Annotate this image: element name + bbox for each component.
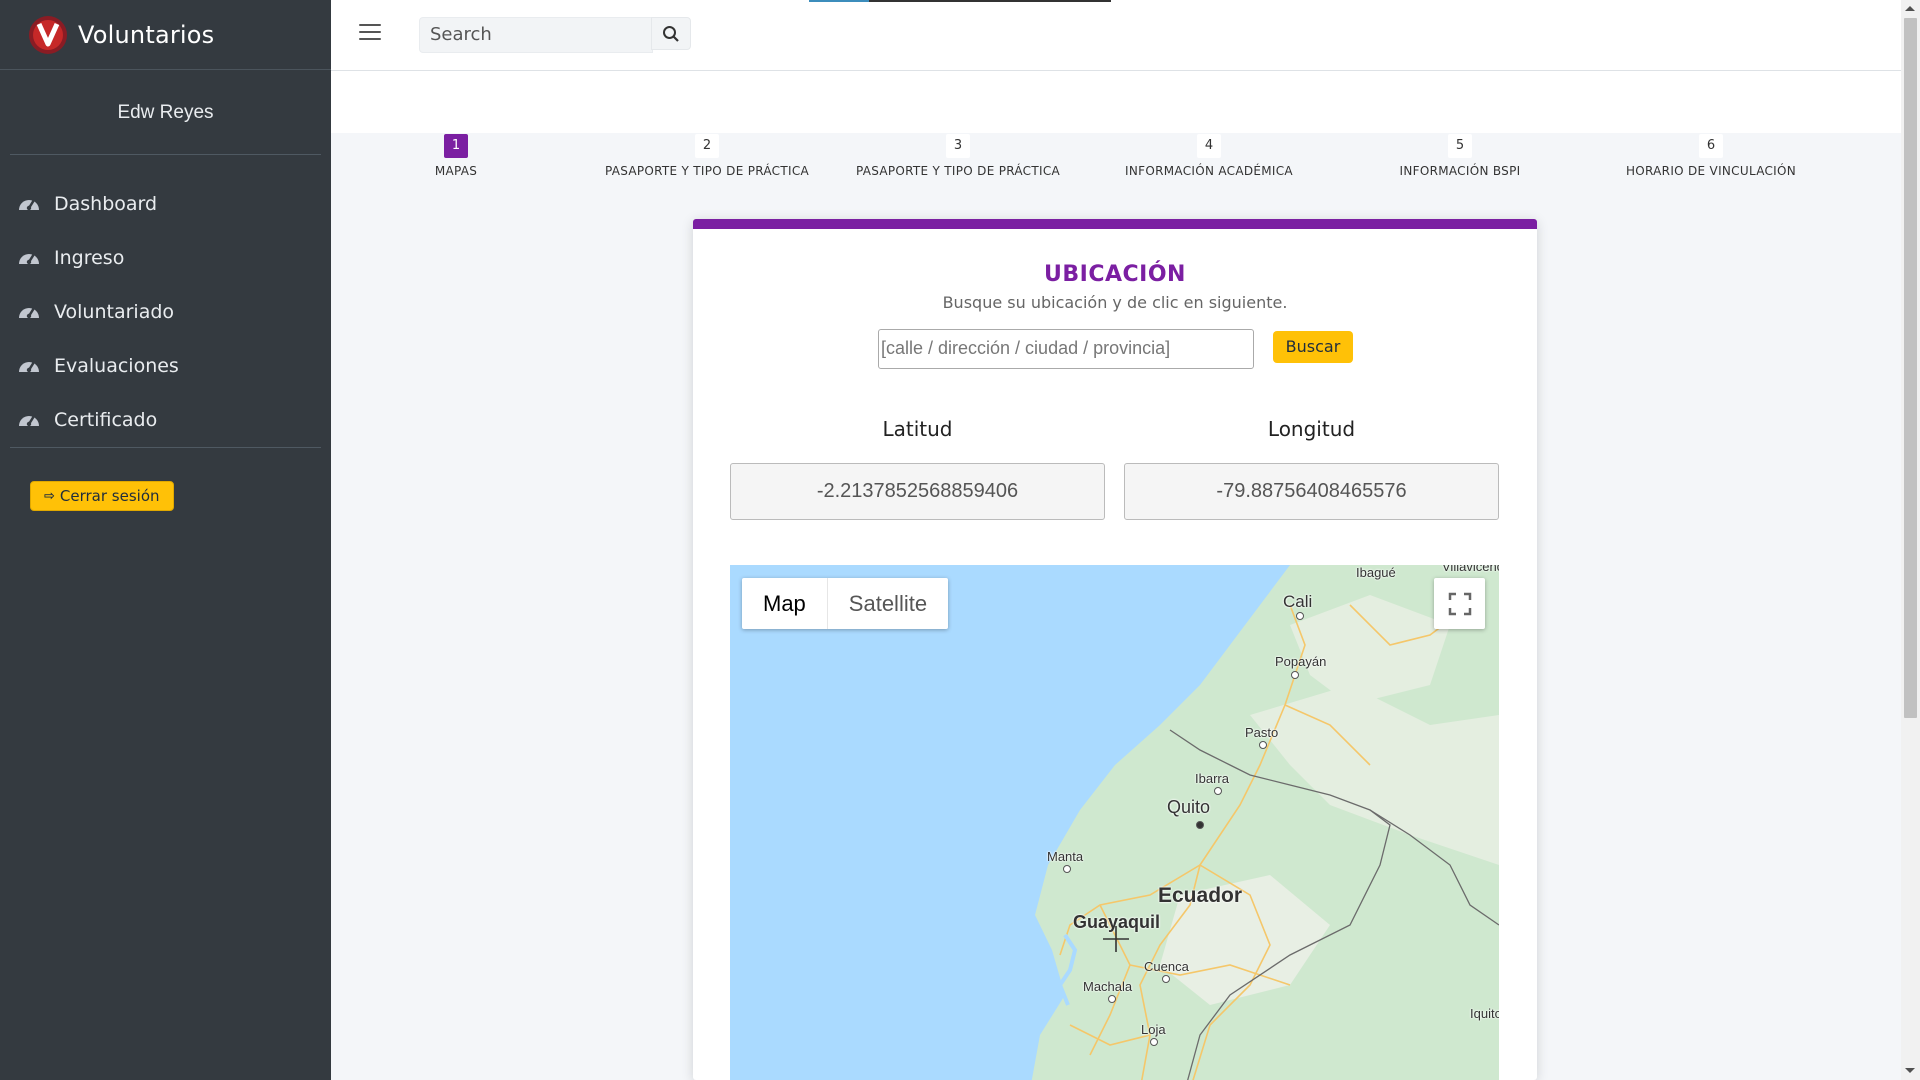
map-city-label: Villavicencio [1442, 565, 1499, 574]
map-city-label: Popayán [1275, 654, 1327, 669]
map-city-marker [1162, 975, 1170, 983]
step-informacion-academica[interactable]: 4 INFORMACIÓN ACADÉMICA [1089, 134, 1329, 178]
search-icon [663, 25, 679, 42]
map-city-label: Iquitos [1470, 1006, 1499, 1021]
map-capital-marker [1196, 821, 1204, 829]
buscar-button[interactable]: Buscar [1273, 331, 1353, 363]
sidebar-item-label: Certificado [54, 409, 158, 431]
crosshair-cursor-icon [1103, 926, 1129, 952]
tachometer-icon [16, 353, 42, 379]
scroll-up-icon[interactable] [1905, 6, 1915, 11]
sidebar-item-label: Dashboard [54, 193, 158, 215]
brand[interactable]: Voluntarios [0, 0, 331, 70]
fullscreen-button[interactable] [1434, 578, 1485, 629]
step-label: MAPAS [434, 164, 478, 178]
hamburger-menu-icon[interactable] [359, 24, 381, 44]
loading-bar-fill [809, 0, 869, 2]
step-label: INFORMACIÓN ACADÉMICA [1125, 164, 1293, 178]
search-input[interactable]: Search [419, 17, 653, 53]
sidebar-item-ingreso[interactable]: Ingreso [0, 231, 331, 285]
address-search-input[interactable]: [calle / dirección / ciudad / provincia] [878, 329, 1254, 369]
fullscreen-icon [1448, 592, 1471, 615]
sidebar-item-label: Ingreso [54, 247, 125, 269]
map-city-marker [1296, 612, 1304, 620]
top-navbar: Search [331, 0, 1901, 71]
page-scrollbar[interactable] [1901, 0, 1920, 1080]
map-canvas [730, 565, 1499, 1080]
map-city-label: Quito [1167, 797, 1211, 817]
sidebar: Voluntarios Edw Reyes Dashboard Ingreso … [0, 0, 331, 1080]
step-label: INFORMACIÓN BSPI [1399, 164, 1521, 178]
map-city-label: Ibarra [1195, 771, 1229, 786]
step-number: 2 [695, 134, 719, 158]
step-horario-vinculacion[interactable]: 6 HORARIO DE VINCULACIÓN [1591, 134, 1831, 178]
map-type-satellite-button[interactable]: Satellite [828, 578, 948, 629]
latitude-field[interactable]: -2.2137852568859406 [730, 463, 1105, 520]
map-city-marker [1108, 995, 1116, 1003]
logout-button[interactable]: ⇨ Cerrar sesión [30, 481, 174, 511]
step-pasaporte-2[interactable]: 3 PASAPORTE Y TIPO DE PRÁCTICA [838, 134, 1078, 178]
sidebar-item-evaluaciones[interactable]: Evaluaciones [0, 339, 331, 393]
map-city-label: Ibagué [1356, 565, 1396, 580]
map-city-marker [1063, 865, 1071, 873]
map-type-map-button[interactable]: Map [742, 578, 828, 629]
sign-out-icon: ⇨ [44, 488, 55, 504]
map-city-marker [1259, 741, 1267, 749]
map-city-marker [1150, 1038, 1158, 1046]
sidebar-item-voluntariado[interactable]: Voluntariado [0, 285, 331, 339]
step-label: PASAPORTE Y TIPO DE PRÁCTICA [855, 164, 1061, 178]
step-number: 5 [1448, 134, 1472, 158]
logout-label: Cerrar sesión [59, 487, 160, 505]
sidebar-item-label: Evaluaciones [54, 355, 179, 377]
brand-name: Voluntarios [78, 20, 215, 49]
user-name[interactable]: Edw Reyes [0, 70, 331, 154]
map-city-label: Cuenca [1144, 959, 1189, 974]
google-map[interactable]: Map Satellite Ibagué Villavicencio Cali … [730, 565, 1499, 1080]
map-city-label: Pasto [1245, 725, 1279, 740]
search-button[interactable] [651, 17, 691, 50]
brand-logo-icon [28, 15, 68, 55]
step-pasaporte[interactable]: 2 PASAPORTE Y TIPO DE PRÁCTICA [587, 134, 827, 178]
step-number: 1 [444, 134, 468, 158]
map-city-label: Manta [1047, 849, 1084, 864]
sidebar-item-label: Voluntariado [54, 301, 175, 323]
tachometer-icon [16, 191, 42, 217]
step-number: 3 [946, 134, 970, 158]
sidebar-item-certificado[interactable]: Certificado [0, 393, 331, 447]
card-title: UBICACIÓN [1044, 262, 1186, 287]
sidebar-item-dashboard[interactable]: Dashboard [0, 177, 331, 231]
map-city-label: Cali [1283, 592, 1313, 611]
tachometer-icon [16, 299, 42, 325]
map-type-control: Map Satellite [742, 578, 949, 629]
tachometer-icon [16, 245, 42, 271]
map-country-label: Ecuador [1158, 884, 1243, 907]
map-city-marker [1214, 787, 1222, 795]
longitude-label: Longitud [1267, 417, 1356, 441]
map-city-marker [1291, 671, 1299, 679]
scroll-down-icon[interactable] [1905, 1068, 1915, 1073]
sidebar-nav: Dashboard Ingreso Voluntariado Evaluacio… [0, 155, 331, 447]
step-informacion-bspi[interactable]: 5 INFORMACIÓN BSPI [1340, 134, 1580, 178]
longitude-field[interactable]: -79.88756408465576 [1124, 463, 1499, 520]
latitude-label: Latitud [882, 417, 953, 441]
step-number: 6 [1699, 134, 1723, 158]
card-subtitle: Busque su ubicación y de clic en siguien… [942, 293, 1288, 312]
step-number: 4 [1197, 134, 1221, 158]
scrollbar-thumb[interactable] [1904, 18, 1917, 718]
location-card: UBICACIÓN Busque su ubicación y de clic … [693, 219, 1537, 1080]
step-label: HORARIO DE VINCULACIÓN [1625, 164, 1797, 178]
step-label: PASAPORTE Y TIPO DE PRÁCTICA [604, 164, 810, 178]
map-city-label: Machala [1083, 979, 1133, 994]
tachometer-icon [16, 407, 42, 433]
step-mapas[interactable]: 1 MAPAS [336, 134, 576, 178]
map-city-label: Loja [1141, 1022, 1166, 1037]
